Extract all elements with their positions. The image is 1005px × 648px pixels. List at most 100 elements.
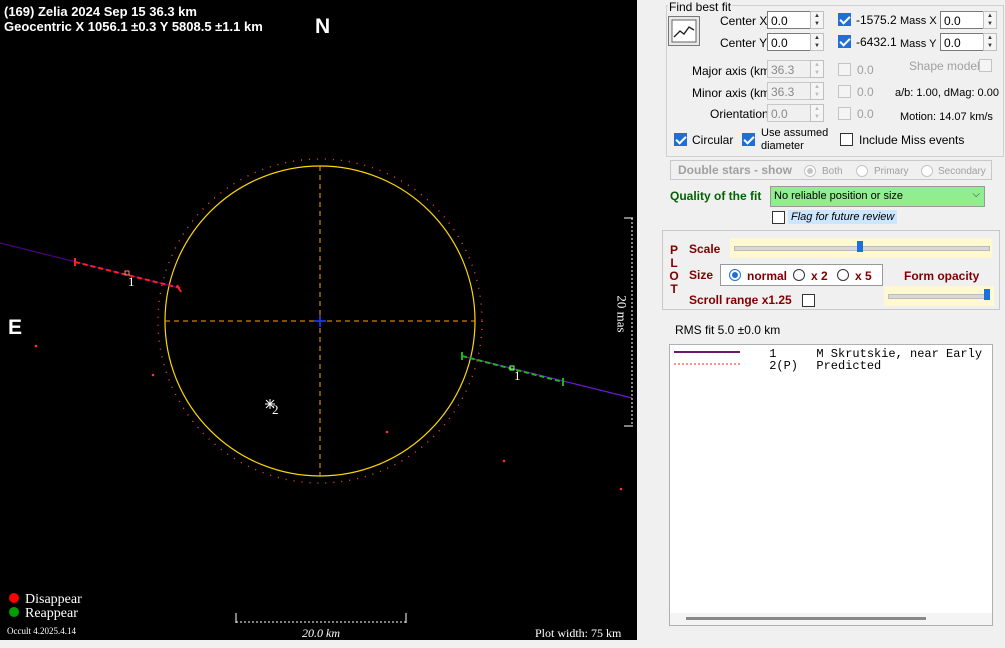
scale-slider[interactable] <box>730 238 992 258</box>
double-stars-primary-label: Primary <box>874 166 909 177</box>
size-x2-label: x 2 <box>811 269 828 283</box>
chord-legend-list[interactable]: 1 M Skrutskie, near Early 2(P) Predicted <box>669 344 993 626</box>
shape-model-checkbox[interactable] <box>979 59 992 72</box>
plot-canvas <box>0 158 633 623</box>
chart-fit-icon <box>671 19 697 43</box>
occultation-plot[interactable]: (169) Zelia 2024 Sep 15 36.3 km Geocentr… <box>0 0 637 640</box>
scale-label: Scale <box>689 242 721 256</box>
version-label: Occult 4.2025.4.14 <box>7 626 76 636</box>
legend-line-dotted <box>674 363 740 365</box>
minor-axis-label: Minor axis (km) <box>692 86 775 100</box>
circular-label: Circular <box>692 133 734 147</box>
opacity-slider-thumb[interactable] <box>984 289 990 300</box>
legend-row-2[interactable]: 2(P) Predicted <box>674 359 881 373</box>
disappear-label: Disappear <box>25 592 82 607</box>
center-y-input[interactable]: 0.0 <box>767 33 812 51</box>
center-x-spinner[interactable]: ▲ ▼ <box>810 11 824 29</box>
double-stars-both-radio[interactable] <box>804 165 816 177</box>
orientation-input[interactable]: 0.0 <box>767 104 812 122</box>
quality-label: Quality of the fit <box>670 189 762 203</box>
horizontal-scrollbar[interactable] <box>670 613 992 625</box>
mass-x-input[interactable]: 0.0 <box>940 11 984 29</box>
motion-label: Motion: 14.07 km/s <box>900 111 993 123</box>
plot-vertical-label: P L O T <box>668 244 680 296</box>
opacity-slider-track <box>888 294 990 299</box>
double-stars-secondary-label: Secondary <box>938 166 986 177</box>
plot-letter-t: T <box>670 282 678 296</box>
mass-y-check-value: -6432.1 <box>856 35 897 49</box>
minor-axis-input[interactable]: 36.3 <box>767 82 812 100</box>
km-scale-label: 20.0 km <box>302 626 340 640</box>
form-opacity-label: Form opacity <box>904 269 980 283</box>
chord-label-1-left: 1 <box>128 274 135 289</box>
chord-label-1-right: 1 <box>514 368 521 383</box>
orientation-checkbox[interactable] <box>838 107 851 120</box>
center-y-label: Center Y <box>720 36 768 50</box>
size-normal-radio[interactable] <box>729 269 741 281</box>
major-axis-input[interactable]: 36.3 <box>767 60 812 78</box>
double-stars-both-label: Both <box>822 166 843 177</box>
predicted-points <box>34 344 623 491</box>
reappear-error-bar <box>461 352 564 386</box>
orientation-spinner[interactable]: ▲ ▼ <box>810 104 824 122</box>
mass-x-spinner[interactable]: ▲ ▼ <box>983 11 997 29</box>
size-normal-label: normal <box>747 269 788 283</box>
center-x-input[interactable]: 0.0 <box>767 11 812 29</box>
size-x5-radio[interactable] <box>837 269 849 281</box>
center-x-label: Center X <box>720 14 768 28</box>
horizontal-scrollbar-thumb[interactable] <box>686 617 926 620</box>
mass-y-input[interactable]: 0.0 <box>940 33 984 51</box>
geocentric-position: Geocentric X 1056.1 ±0.3 Y 5808.5 ±1.1 k… <box>4 19 263 34</box>
reappear-dot <box>9 607 19 617</box>
orientation-check-value: 0.0 <box>857 107 874 121</box>
double-stars-secondary-radio[interactable] <box>921 165 933 177</box>
scale-slider-thumb[interactable] <box>857 241 863 252</box>
km-scale-bar <box>235 613 407 623</box>
opacity-slider[interactable] <box>884 286 994 306</box>
minor-axis-check-value: 0.0 <box>857 85 874 99</box>
minor-axis-spinner[interactable]: ▲ ▼ <box>810 82 824 100</box>
size-x2-radio[interactable] <box>793 269 805 281</box>
quality-dropdown[interactable]: No reliable position or size ⌵ <box>770 186 985 207</box>
mass-y-spinner[interactable]: ▲ ▼ <box>983 33 997 51</box>
include-miss-checkbox[interactable] <box>840 133 853 146</box>
include-miss-label: Include Miss events <box>859 133 965 147</box>
plot-title: (169) Zelia 2024 Sep 15 36.3 km <box>4 4 197 19</box>
minor-axis-checkbox[interactable] <box>838 85 851 98</box>
major-axis-spinner[interactable]: ▲ ▼ <box>810 60 824 78</box>
rms-fit-label: RMS fit 5.0 ±0.0 km <box>675 323 781 337</box>
legend-num-2: 2(P) <box>769 359 799 373</box>
mass-x-check-value: -1575.2 <box>856 13 897 27</box>
mass-y-checkbox[interactable] <box>838 35 851 48</box>
reappear-label: Reappear <box>25 606 78 621</box>
circular-checkbox[interactable] <box>674 133 687 146</box>
orientation-label: Orientation <box>710 107 769 121</box>
scroll-range-label: Scroll range x1.25 <box>689 293 792 307</box>
major-axis-check-value: 0.0 <box>857 63 874 77</box>
north-label: N <box>315 15 331 38</box>
mass-x-checkbox[interactable] <box>838 13 851 26</box>
use-assumed-label-2: diameter <box>761 140 804 152</box>
use-assumed-checkbox[interactable] <box>742 133 755 146</box>
major-axis-checkbox[interactable] <box>838 63 851 76</box>
scroll-range-checkbox[interactable] <box>802 294 815 307</box>
double-stars-primary-radio[interactable] <box>856 165 868 177</box>
quality-value: No reliable position or size <box>774 190 904 202</box>
mass-y-label: Mass Y <box>900 38 937 50</box>
center-marker <box>314 315 326 327</box>
mass-x-label: Mass X <box>900 15 937 27</box>
disappear-dot <box>9 593 19 603</box>
mas-scale-label: 20 mas <box>614 295 630 333</box>
chevron-down-icon: ⌵ <box>972 189 980 200</box>
plot-width-label: Plot width: 75 km <box>535 626 622 640</box>
center-y-spinner[interactable]: ▲ ▼ <box>810 33 824 51</box>
fit-button[interactable] <box>668 16 700 46</box>
flag-review-checkbox[interactable] <box>772 211 785 224</box>
shape-model-label: Shape model <box>909 59 980 73</box>
double-stars-label: Double stars - show <box>678 163 793 177</box>
find-best-fit-title: Find best fit <box>668 0 733 14</box>
size-label: Size <box>689 268 714 282</box>
ab-ratio-label: a/b: 1.00, dMag: 0.00 <box>895 87 999 99</box>
use-assumed-label-1: Use assumed <box>761 127 829 139</box>
flag-review-label: Flag for future review <box>788 210 898 224</box>
